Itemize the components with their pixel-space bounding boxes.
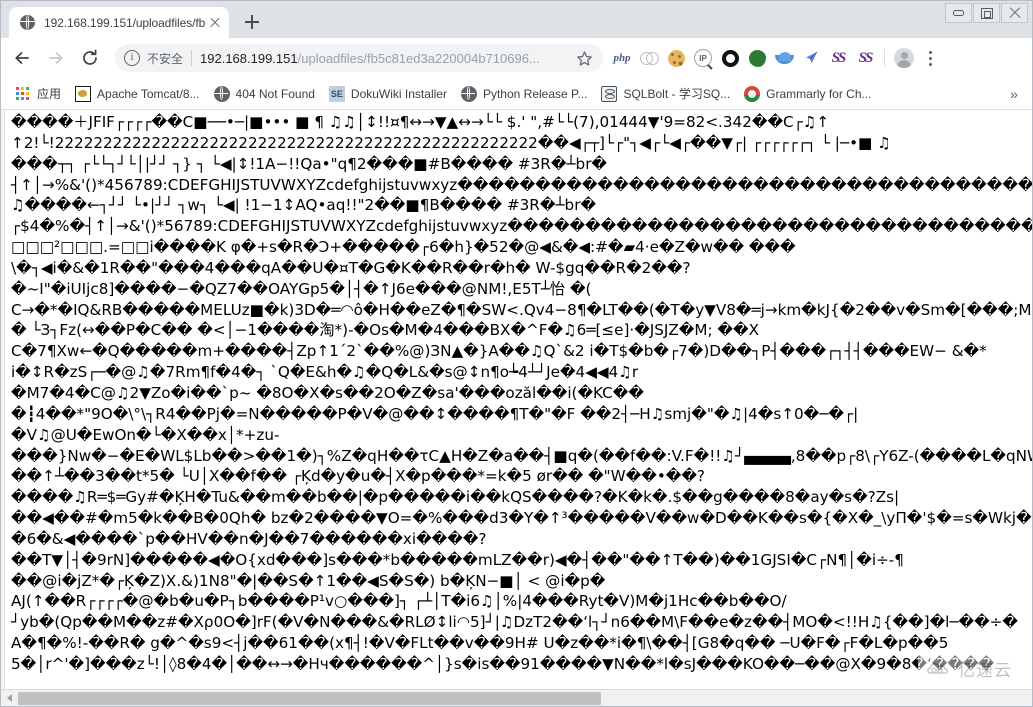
window-controls [945, 3, 1028, 23]
forward-button[interactable] [41, 43, 71, 73]
globe-icon [20, 14, 36, 31]
blue-arrow-extension-icon[interactable] [798, 45, 824, 71]
bookmark-sqlbolt[interactable]: SQLBolt - 学习SQ... [595, 82, 738, 106]
php-label: php [613, 52, 631, 64]
reload-icon [83, 49, 97, 65]
extensions-strip: php IP SS SS [609, 45, 942, 71]
scroll-left-arrow-icon[interactable] [1, 690, 18, 707]
bookmark-label: Python Release P... [482, 86, 588, 101]
purple-ss-extension-icon-2[interactable]: SS [852, 45, 878, 71]
bookmark-label: 应用 [37, 87, 62, 101]
close-icon[interactable] [207, 15, 223, 31]
globe-icon [213, 85, 230, 102]
page-content-area: ����＋JFIF┌┌┌┌��C■──•─|■••• ■ ¶ ♫♫│↕!!¤¶↔… [1, 110, 1032, 689]
grammarly-icon [744, 85, 761, 102]
bookmark-label: Grammarly for Ch... [766, 86, 872, 101]
browser-tab[interactable]: 192.168.199.151/uploadfiles/fb [9, 7, 229, 38]
info-circle-icon[interactable] [124, 49, 140, 66]
bookmark-label: 404 Not Found [235, 86, 315, 101]
reload-button[interactable] [75, 43, 105, 73]
cookie-extension-icon[interactable] [663, 45, 689, 71]
maximize-icon [980, 7, 993, 19]
chrome-menu-button[interactable] [918, 45, 942, 71]
browser-toolbar: 不安全 192.168.199.151/uploadfiles/fb5c81ed… [1, 38, 1032, 78]
omnibox-divider [191, 50, 193, 66]
url-host: 192.168.199.151 [200, 50, 298, 66]
scrollbar-thumb[interactable] [18, 691, 601, 705]
page-left-edge [1, 110, 5, 689]
bookmark-apache-tomcat[interactable]: Apache Tomcat/8... [69, 82, 208, 106]
cloud-extension-icon[interactable] [771, 45, 797, 71]
green-blob-extension-icon[interactable] [744, 45, 770, 71]
url-path: /uploadfiles/fb5c81ed3a220004b710696... [297, 50, 540, 66]
forward-arrow-icon [49, 52, 63, 64]
bookmark-404-not-found[interactable]: 404 Not Found [208, 82, 323, 106]
black-ring-extension-icon[interactable] [717, 45, 743, 71]
bookmark-label: Apache Tomcat/8... [97, 86, 200, 101]
purple-ss-extension-icon-1[interactable]: SS [825, 45, 851, 71]
bookmarks-overflow-button[interactable]: » [1004, 83, 1024, 105]
raw-binary-text-dump: ����＋JFIF┌┌┌┌��C■──•─|■••• ■ ¶ ♫♫│↕!!¤¶↔… [11, 113, 1032, 673]
avatar[interactable] [891, 45, 917, 71]
minimize-icon [953, 10, 964, 16]
address-bar[interactable]: 不安全 192.168.199.151/uploadfiles/fb5c81ed… [115, 44, 603, 72]
security-status-label: 不安全 [147, 51, 184, 66]
url-input[interactable]: 192.168.199.151/uploadfiles/fb5c81ed3a22… [200, 51, 570, 66]
maximize-button[interactable] [973, 3, 1000, 23]
apps-grid-icon [15, 86, 31, 102]
bookmark-label: SQLBolt - 学习SQ... [623, 87, 731, 101]
horizontal-scrollbar[interactable] [1, 689, 1032, 706]
tab-strip: 192.168.199.151/uploadfiles/fb [1, 1, 1032, 38]
globe-icon [460, 85, 477, 102]
close-window-button[interactable] [1001, 3, 1028, 23]
minimize-button[interactable] [945, 3, 972, 23]
scrollbar-track[interactable] [18, 690, 1032, 707]
bookmark-python-release[interactable]: Python Release P... [455, 82, 596, 106]
tab-title: 192.168.199.151/uploadfiles/fb [44, 15, 205, 30]
bookmarks-bar: 应用 Apache Tomcat/8... 404 Not Found SE D… [1, 78, 1032, 110]
bookmark-label: DokuWiki Installer [350, 86, 447, 101]
toolbar-divider [884, 49, 885, 67]
database-icon [601, 85, 618, 102]
back-arrow-icon [15, 52, 29, 64]
bookmark-star-icon[interactable] [576, 50, 593, 67]
chain-link-extension-icon[interactable] [636, 45, 662, 71]
se-icon: SE [328, 85, 345, 102]
php-extension-icon[interactable]: php [609, 45, 635, 71]
tomcat-icon [75, 85, 92, 102]
bookmark-dokuwiki-installer[interactable]: SE DokuWiki Installer [323, 82, 455, 106]
back-button[interactable] [7, 43, 37, 73]
bookmark-grammarly[interactable]: Grammarly for Ch... [738, 82, 879, 106]
new-tab-button[interactable] [238, 8, 266, 36]
bookmark-apps[interactable]: 应用 [9, 82, 69, 106]
ip-lookup-extension-icon[interactable]: IP [690, 45, 716, 71]
close-window-icon [1009, 7, 1021, 19]
browser-window: 192.168.199.151/uploadfiles/fb i 不安全 192… [0, 0, 1033, 707]
